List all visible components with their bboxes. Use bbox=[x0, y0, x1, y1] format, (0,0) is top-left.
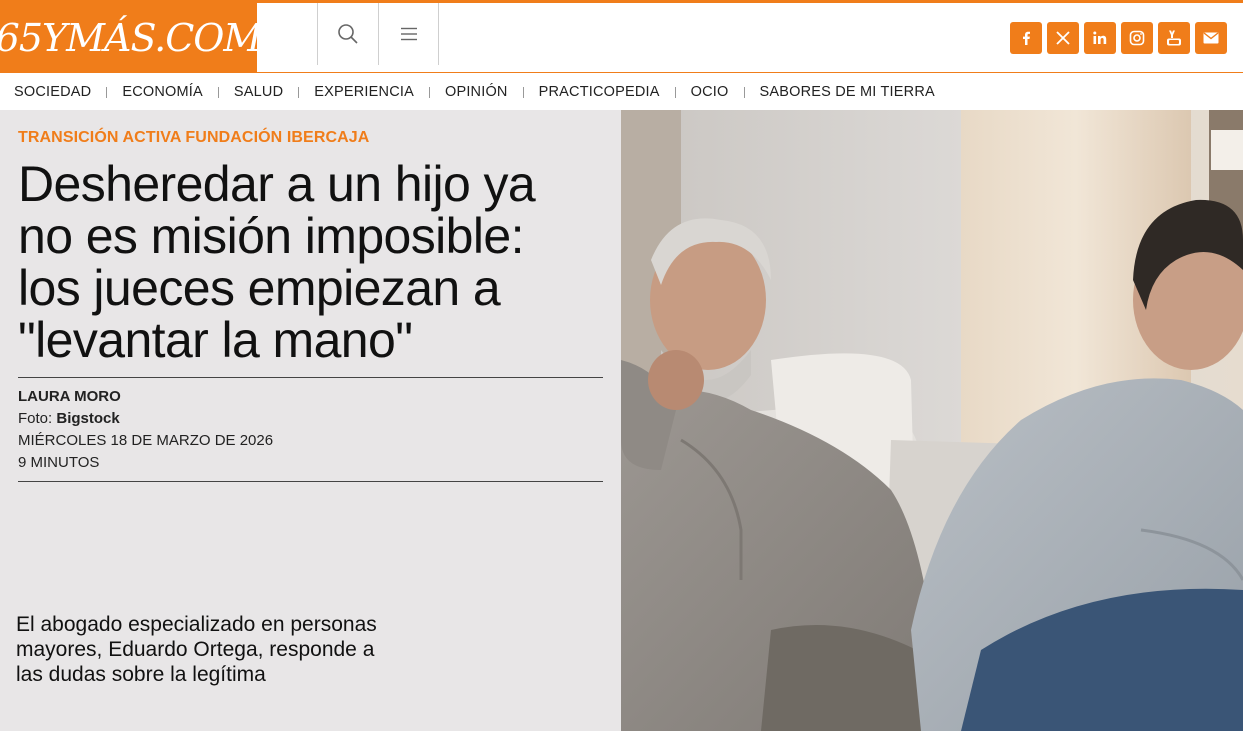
search-button[interactable] bbox=[317, 3, 378, 65]
nav-item-opinion[interactable]: OPINIÓN bbox=[445, 84, 508, 100]
nav-item-experiencia[interactable]: EXPERIENCIA bbox=[314, 84, 414, 100]
nav-item-salud[interactable]: SALUD bbox=[234, 84, 283, 100]
site-header: 65YMÁS.COM bbox=[0, 3, 1243, 73]
photo-credit-line: Foto: Bigstock bbox=[18, 408, 273, 430]
article-header-panel: TRANSICIÓN ACTIVA FUNDACIÓN IBERCAJA Des… bbox=[0, 110, 621, 731]
nav-item-practicopedia[interactable]: PRACTICOPEDIA bbox=[539, 84, 660, 100]
nav-item-ocio[interactable]: OCIO bbox=[691, 84, 729, 100]
article-summary: El abogado especializado en personas may… bbox=[16, 613, 377, 686]
article-headline: Desheredar a un hijo ya no es misión imp… bbox=[18, 156, 536, 368]
nav-divider bbox=[743, 86, 745, 98]
social-links bbox=[1010, 22, 1227, 54]
photo-credit-label: Foto: bbox=[18, 410, 57, 427]
x-icon[interactable] bbox=[1047, 22, 1079, 54]
nav-item-sabores[interactable]: SABORES DE MI TIERRA bbox=[760, 84, 935, 100]
divider bbox=[18, 377, 603, 378]
youtube-icon[interactable] bbox=[1158, 22, 1190, 54]
instagram-icon[interactable] bbox=[1121, 22, 1153, 54]
menu-button[interactable] bbox=[378, 3, 439, 65]
article-kicker[interactable]: TRANSICIÓN ACTIVA FUNDACIÓN IBERCAJA bbox=[18, 129, 369, 147]
logo-text: 65YMÁS.COM bbox=[0, 16, 262, 60]
article-read-time: 9 MINUTOS bbox=[18, 454, 100, 471]
nav-divider bbox=[522, 86, 524, 98]
nav-divider bbox=[298, 86, 300, 98]
nav-divider bbox=[674, 86, 676, 98]
divider bbox=[18, 481, 603, 482]
search-icon bbox=[338, 24, 358, 44]
article-date: MIÉRCOLES 18 DE MARZO DE 2026 bbox=[18, 432, 274, 449]
article-hero-image bbox=[621, 110, 1243, 731]
nav-divider bbox=[106, 86, 108, 98]
article-author[interactable]: LAURA MORO bbox=[18, 386, 273, 408]
main-nav: SOCIEDAD ECONOMÍA SALUD EXPERIENCIA OPIN… bbox=[0, 74, 1243, 110]
menu-icon bbox=[400, 27, 417, 41]
linkedin-icon[interactable] bbox=[1084, 22, 1116, 54]
site-logo[interactable]: 65YMÁS.COM bbox=[0, 3, 262, 73]
nav-item-economia[interactable]: ECONOMÍA bbox=[122, 84, 203, 100]
article-meta: LAURA MORO Foto: Bigstock MIÉRCOLES 18 D… bbox=[18, 386, 273, 474]
photo-credit: Bigstock bbox=[56, 410, 120, 427]
nav-divider bbox=[217, 86, 219, 98]
mail-icon[interactable] bbox=[1195, 22, 1227, 54]
facebook-icon[interactable] bbox=[1010, 22, 1042, 54]
nav-divider bbox=[428, 86, 430, 98]
nav-item-sociedad[interactable]: SOCIEDAD bbox=[14, 84, 91, 100]
